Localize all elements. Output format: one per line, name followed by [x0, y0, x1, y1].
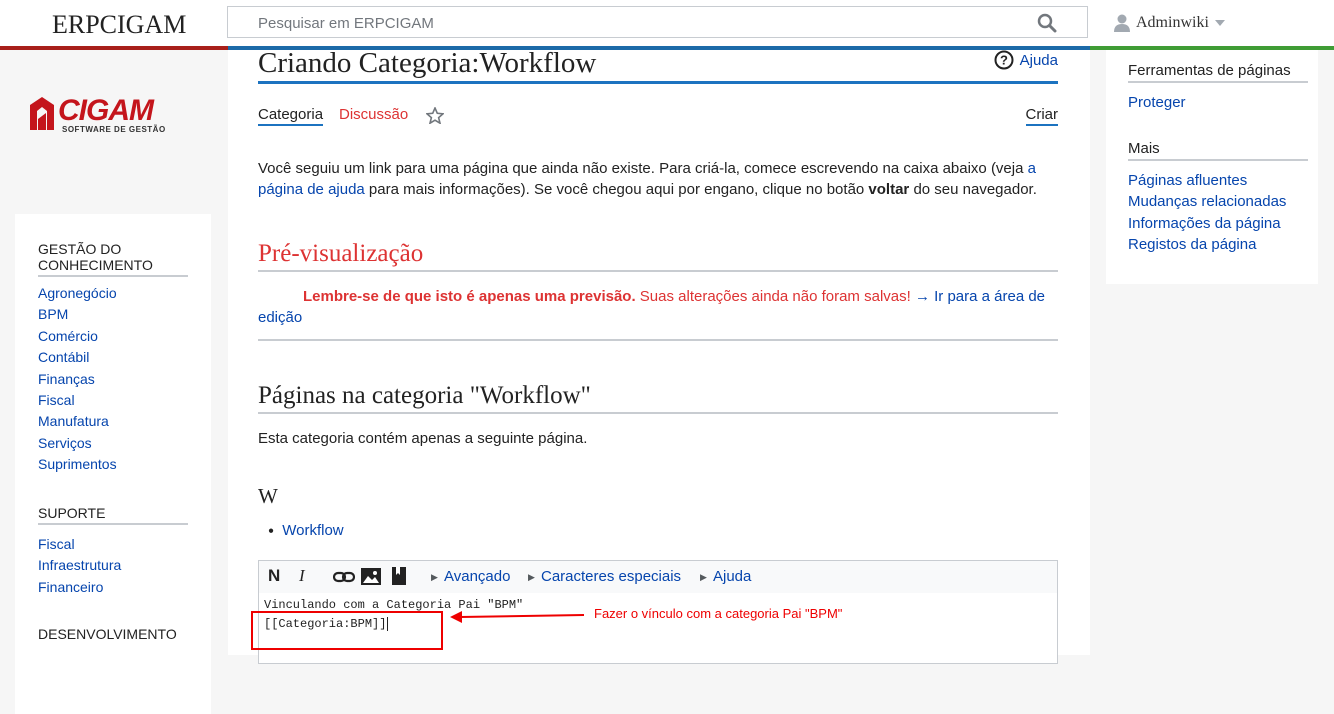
nav-section-knowledge: GESTÃO DO CONHECIMENTO Agronegócio BPM C… — [38, 241, 188, 476]
preview-warning-text: Suas alterações ainda não foram salvas! — [635, 288, 911, 305]
link-icon[interactable] — [333, 570, 355, 584]
logo-text: CIGAM — [58, 94, 154, 127]
main-content: Criando Categoria:Workflow ? Ajuda Categ… — [228, 47, 1090, 664]
preview-heading: Pré-visualização — [258, 240, 1058, 272]
chevron-down-icon — [1214, 20, 1225, 26]
sidebar-nav: GESTÃO DO CONHECIMENTO Agronegócio BPM C… — [15, 214, 211, 714]
category-heading: Páginas na categoria "Workflow" — [258, 382, 1058, 414]
preview-notice: Lembre-se de que isto é apenas uma previ… — [258, 286, 1058, 328]
tool-page-logs[interactable]: Registos da página — [1128, 234, 1286, 255]
nav-heading: GESTÃO DO CONHECIMENTO — [38, 241, 188, 277]
advanced-menu[interactable]: Avançado — [444, 568, 510, 585]
nav-heading: SUPORTE — [38, 505, 188, 525]
intro-text: para mais informações). Se você chegou a… — [364, 181, 869, 198]
intro-text: Você seguiu um link para uma página que … — [258, 160, 1028, 177]
tool-what-links-here[interactable]: Páginas afluentes — [1128, 170, 1286, 191]
tab-create[interactable]: Criar — [1025, 106, 1058, 126]
site-brand[interactable]: ERPCIGAM — [52, 10, 186, 40]
tool-protect[interactable]: Proteger — [1128, 92, 1186, 113]
sidebar-item-suprimentos[interactable]: Suprimentos — [38, 454, 188, 475]
sidebar-item-manufatura[interactable]: Manufatura — [38, 411, 188, 432]
editor-toolbar: N I ▶ Avançado ▶ Caracteres especiais ▶ … — [258, 560, 1058, 594]
more-heading: Mais — [1128, 140, 1308, 161]
toolbar-help-menu[interactable]: Ajuda — [713, 568, 751, 585]
tools-list: Proteger — [1128, 92, 1186, 113]
special-characters-menu[interactable]: Caracteres especiais — [541, 568, 681, 585]
category-letter: W — [258, 484, 278, 508]
intro-paragraph: Você seguiu um link para uma página que … — [258, 158, 1058, 200]
page-tools-box: Ferramentas de páginas Proteger Mais Pág… — [1106, 50, 1318, 284]
sidebar-item-financas[interactable]: Finanças — [38, 369, 188, 390]
help-link[interactable]: ? Ajuda — [994, 50, 1058, 70]
preview-warning-bold: Lembre-se de que isto é apenas uma previ… — [303, 288, 636, 305]
page-title: Criando Categoria:Workflow — [258, 47, 597, 79]
user-name: Adminwiki — [1136, 14, 1209, 31]
user-icon — [1114, 14, 1130, 32]
bullet: ● — [268, 525, 275, 537]
page-link-workflow[interactable]: Workflow — [282, 522, 343, 539]
top-bar: ERPCIGAM Pesquisar em ERPCIGAM Adminwiki — [0, 0, 1334, 46]
caret-right-icon: ▶ — [528, 572, 535, 582]
sidebar-item-fiscal[interactable]: Fiscal — [38, 390, 188, 411]
annotation-highlight-box — [251, 611, 443, 650]
help-label: Ajuda — [1019, 51, 1058, 69]
tab-discussion[interactable]: Discussão — [339, 106, 408, 123]
sidebar-item-contabil[interactable]: Contábil — [38, 347, 188, 368]
category-description: Esta categoria contém apenas a seguinte … — [258, 430, 588, 447]
tools-heading: Ferramentas de páginas — [1128, 62, 1308, 83]
user-menu[interactable]: Adminwiki — [1114, 14, 1225, 32]
tool-page-info[interactable]: Informações da página — [1128, 213, 1286, 234]
sidebar-item-servicos[interactable]: Serviços — [38, 433, 188, 454]
italic-button[interactable]: I — [299, 566, 305, 586]
annotation-arrow — [450, 611, 585, 623]
search-icon[interactable] — [1037, 13, 1057, 33]
sidebar-item-fiscal-support[interactable]: Fiscal — [38, 534, 188, 555]
image-icon[interactable] — [361, 568, 381, 585]
tool-related-changes[interactable]: Mudanças relacionadas — [1128, 191, 1286, 212]
svg-text:?: ? — [1000, 53, 1008, 68]
annotation-label: Fazer o vínculo com a categoria Pai "BPM… — [594, 606, 843, 621]
more-list: Páginas afluentes Mudanças relacionadas … — [1128, 170, 1286, 256]
reference-icon[interactable] — [392, 567, 406, 585]
sidebar-item-infraestrutura[interactable]: Infraestrutura — [38, 555, 188, 576]
tab-category[interactable]: Categoria — [258, 106, 324, 126]
left-panel: CIGAM SOFTWARE DE GESTÃO GESTÃO DO CONHE… — [0, 50, 228, 714]
category-page-list: ● Workflow — [268, 522, 344, 539]
divider — [258, 339, 1058, 341]
bold-button[interactable]: N — [268, 566, 280, 586]
cigam-logo[interactable]: CIGAM SOFTWARE DE GESTÃO — [30, 94, 200, 137]
back-word: voltar — [868, 181, 910, 198]
help-icon: ? — [994, 50, 1014, 70]
nav-section-support: SUPORTE Fiscal Infraestrutura Financeiro — [38, 505, 188, 598]
nav-section-development: DESENVOLVIMENTO — [38, 626, 178, 644]
logo-subtitle: SOFTWARE DE GESTÃO — [62, 125, 166, 134]
sidebar-item-agronegocio[interactable]: Agronegócio — [38, 283, 188, 304]
sidebar-item-financeiro[interactable]: Financeiro — [38, 577, 188, 598]
sidebar-item-comercio[interactable]: Comércio — [38, 326, 188, 347]
nav-heading: DESENVOLVIMENTO — [38, 626, 177, 642]
search-input[interactable]: Pesquisar em ERPCIGAM — [258, 15, 434, 32]
intro-text: do seu navegador. — [909, 181, 1037, 198]
sidebar-item-bpm[interactable]: BPM — [38, 304, 188, 325]
search-box[interactable]: Pesquisar em ERPCIGAM — [227, 6, 1088, 38]
page-tabs: Categoria Discussão Criar — [258, 106, 1058, 128]
caret-right-icon: ▶ — [431, 572, 438, 582]
right-panel: Ferramentas de páginas Proteger Mais Pág… — [1090, 50, 1334, 655]
caret-right-icon: ▶ — [700, 572, 707, 582]
title-underline — [258, 81, 1058, 84]
star-icon[interactable] — [426, 107, 444, 124]
